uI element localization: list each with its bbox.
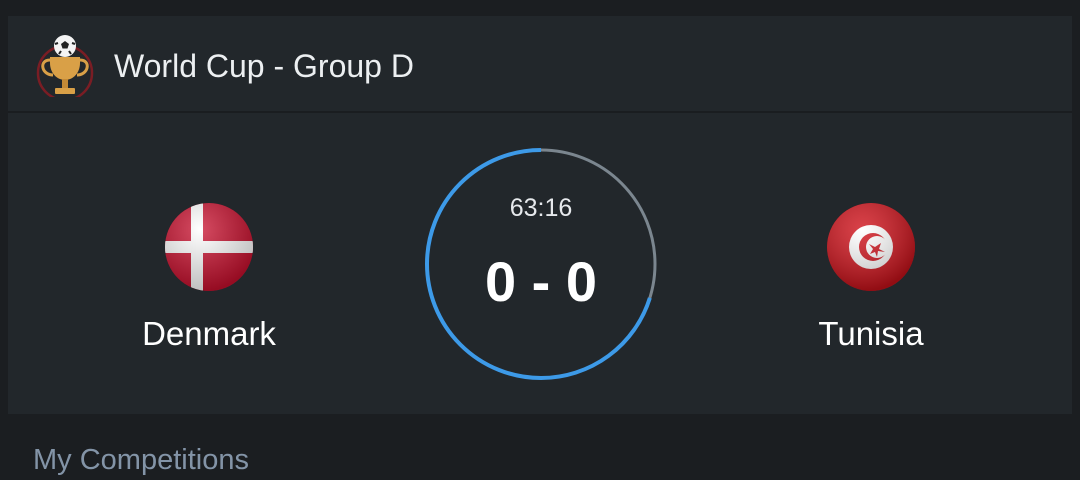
match-score: 0 - 0 <box>484 250 598 313</box>
denmark-flag-icon <box>165 203 253 291</box>
competition-header[interactable]: World Cup - Group D <box>8 16 1072 111</box>
match-card[interactable]: World Cup - Group D Denmark 63:16 0 - 0 … <box>8 16 1072 414</box>
header-divider <box>8 111 1072 113</box>
competition-title: World Cup - Group D <box>114 48 414 84</box>
away-team-name: Tunisia <box>818 315 924 352</box>
my-competitions-heading: My Competitions <box>33 444 249 476</box>
home-team-name: Denmark <box>142 315 276 352</box>
trophy-ball-icon <box>36 35 94 97</box>
away-team[interactable]: Tunisia <box>761 202 981 354</box>
tunisia-flag-icon <box>827 203 915 291</box>
home-team[interactable]: Denmark <box>99 202 319 354</box>
match-clock: 63:16 <box>509 194 573 222</box>
match-clock-ring: 63:16 0 - 0 <box>425 148 657 380</box>
